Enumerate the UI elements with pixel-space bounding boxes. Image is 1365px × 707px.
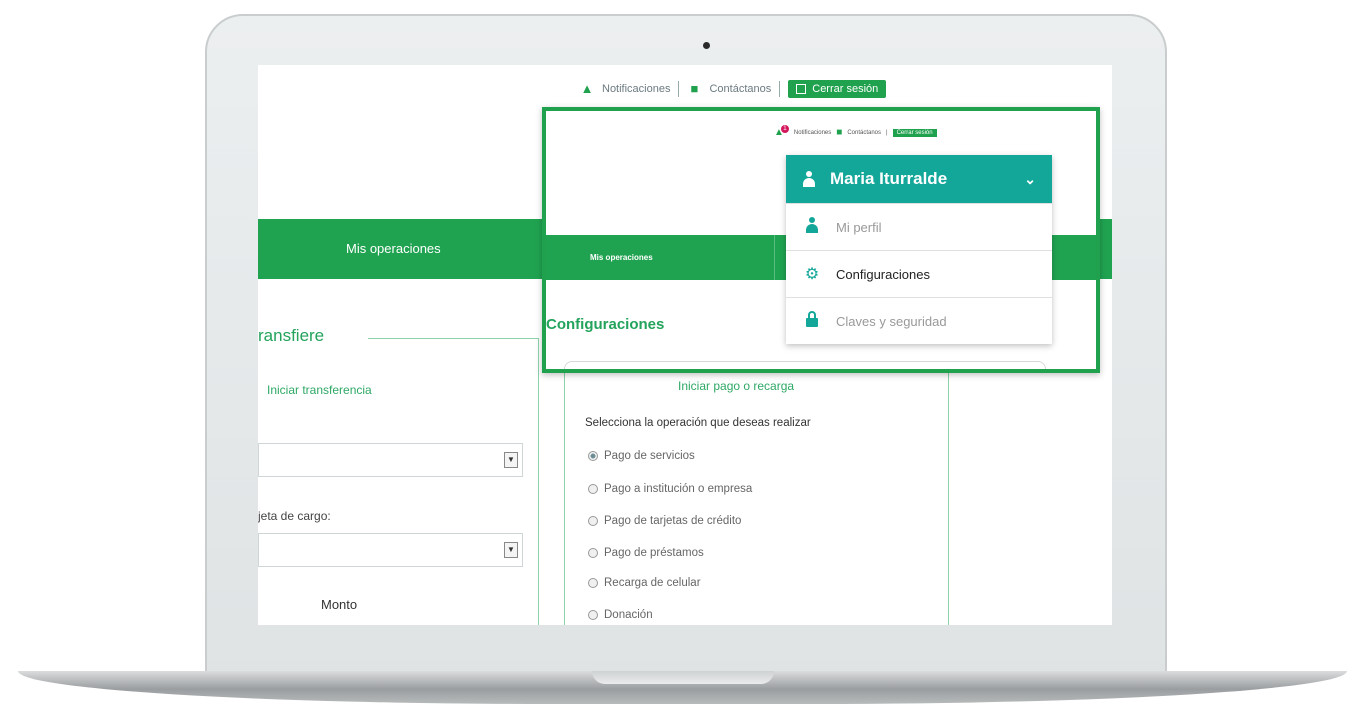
logout-button[interactable]: Cerrar sesión	[892, 128, 937, 137]
heading-rule	[368, 338, 538, 339]
radio-option[interactable]: Pago de préstamos	[588, 547, 704, 559]
person-icon	[804, 216, 820, 238]
radio-label: Pago de préstamos	[604, 547, 704, 559]
zoom-callout: ▲ 1 Notificaciones ■ Contáctanos | Cerra…	[542, 107, 1100, 373]
radio-button[interactable]	[588, 548, 598, 558]
gear-icon: ⚙	[804, 266, 820, 283]
account-select[interactable]: ▼	[258, 443, 523, 477]
amount-label: Monto	[321, 597, 358, 612]
panel-outline	[564, 361, 1046, 369]
logout-button[interactable]: Cerrar sesión	[788, 80, 887, 98]
laptop-base-notch	[592, 671, 774, 684]
menu-item-configuraciones[interactable]: ⚙ Configuraciones	[786, 250, 1052, 297]
radio-option[interactable]: Pago de servicios	[588, 450, 695, 462]
notification-badge: 1	[780, 124, 789, 133]
chevron-down-icon: ⌄	[1024, 170, 1036, 187]
notifications-link[interactable]: Notificaciones	[602, 83, 670, 95]
contact-link[interactable]: Contáctanos	[847, 130, 881, 136]
chat-icon[interactable]: ■	[836, 127, 842, 138]
bell-icon[interactable]: ▲	[580, 82, 594, 96]
separator	[678, 81, 680, 97]
radio-option[interactable]: Pago de tarjetas de crédito	[588, 515, 741, 527]
menu-item-mi-perfil[interactable]: Mi perfil	[786, 203, 1052, 250]
contact-link[interactable]: Contáctanos	[709, 83, 771, 95]
card-label: jeta de cargo:	[258, 509, 331, 523]
radio-button[interactable]	[588, 610, 598, 620]
logout-icon	[796, 84, 807, 94]
lock-icon	[804, 310, 820, 332]
callout-top-bar: ▲ 1 Notificaciones ■ Contáctanos | Cerra…	[774, 124, 937, 138]
person-icon	[802, 171, 816, 187]
user-name: Maria Iturralde	[830, 169, 948, 188]
panel-border	[538, 338, 539, 625]
menu-item-label: Mi perfil	[836, 219, 882, 235]
camera-dot	[703, 42, 710, 49]
menu-item-claves[interactable]: Claves y seguridad	[786, 297, 1052, 344]
separator: |	[886, 129, 888, 136]
nav-divider	[774, 235, 775, 280]
nav-tab-mis-operaciones[interactable]: Mis operaciones	[590, 253, 653, 262]
radio-option[interactable]: Donación	[588, 609, 653, 621]
user-menu: Maria Iturralde ⌄ Mi perfil ⚙ Configurac…	[786, 155, 1052, 344]
radio-option[interactable]: Recarga de celular	[588, 577, 701, 589]
start-transfer-link[interactable]: Iniciar transferencia	[267, 383, 372, 397]
nav-tab-mis-operaciones[interactable]: Mis operaciones	[346, 241, 441, 256]
page-title: Configuraciones	[546, 316, 665, 333]
operation-prompt: Selecciona la operación que deseas reali…	[585, 417, 811, 429]
transfer-heading: ransfiere	[258, 326, 325, 345]
radio-button[interactable]	[588, 578, 598, 588]
radio-label: Pago de tarjetas de crédito	[604, 515, 742, 527]
menu-item-label: Configuraciones	[836, 266, 930, 282]
start-payment-link[interactable]: Iniciar pago o recarga	[678, 379, 794, 393]
separator	[779, 81, 781, 97]
radio-label: Pago a institución o empresa	[604, 483, 753, 495]
radio-button[interactable]	[588, 484, 598, 494]
chevron-down-icon[interactable]: ▼	[504, 542, 518, 558]
radio-option[interactable]: Pago a institución o empresa	[588, 483, 752, 495]
user-menu-toggle[interactable]: Maria Iturralde ⌄	[786, 155, 1052, 203]
chat-icon[interactable]: ■	[687, 82, 701, 96]
radio-button[interactable]	[588, 516, 598, 526]
radio-label: Pago de servicios	[604, 450, 695, 462]
chevron-down-icon[interactable]: ▼	[504, 452, 518, 468]
notifications-link[interactable]: Notificaciones	[794, 130, 831, 136]
card-select[interactable]: ▼	[258, 533, 523, 567]
menu-item-label: Claves y seguridad	[836, 313, 947, 329]
radio-label: Donación	[604, 609, 653, 621]
top-bar: ▲ Notificaciones ■ Contáctanos Cerrar se…	[580, 80, 887, 98]
radio-label: Recarga de celular	[604, 577, 701, 589]
logout-label: Cerrar sesión	[812, 83, 879, 95]
radio-button[interactable]	[588, 451, 598, 461]
